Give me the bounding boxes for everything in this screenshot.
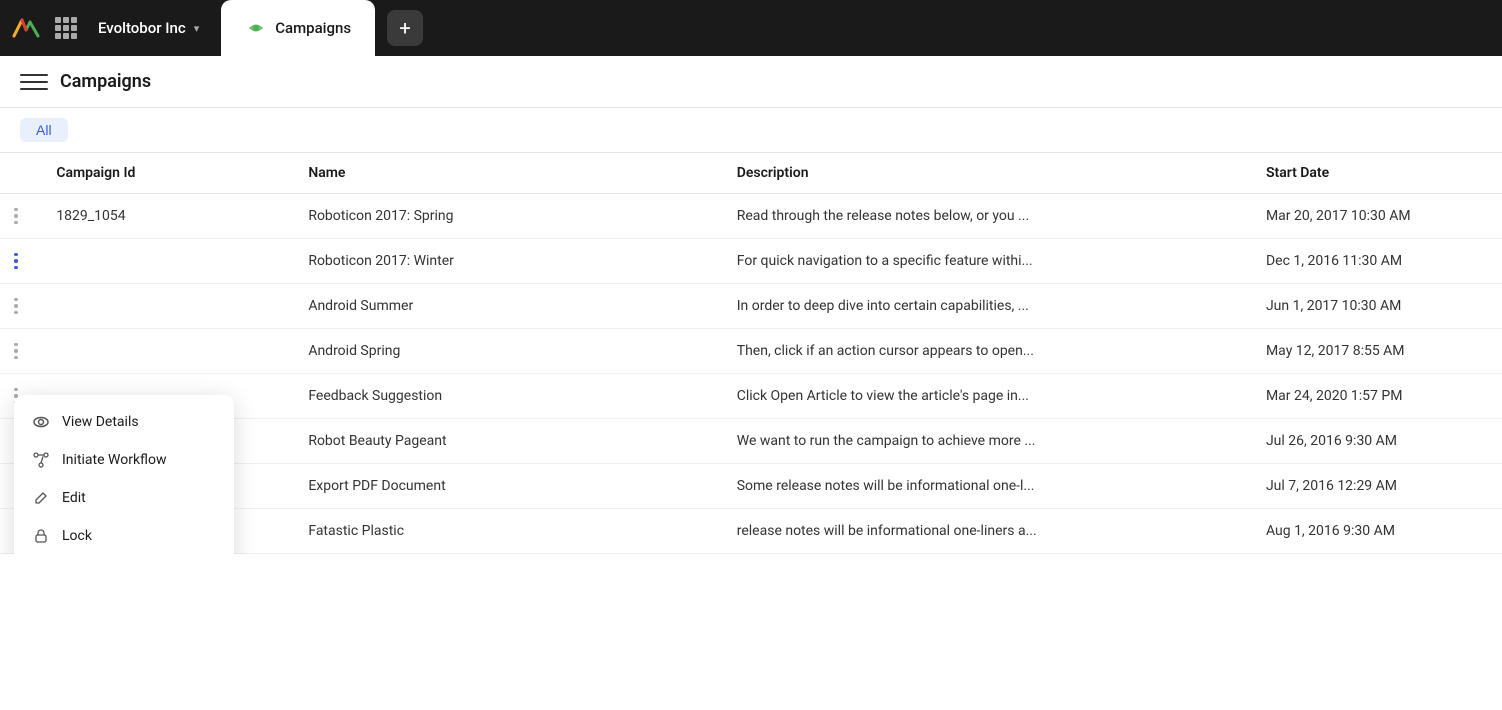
table-row: Roboticon 2017: Winter For quick navigat…: [0, 239, 1502, 284]
campaign-tab-icon: [245, 17, 267, 39]
row-menu-cell: [0, 239, 40, 284]
row-menu-cell: [0, 284, 40, 329]
all-filter-button[interactable]: All: [20, 118, 68, 142]
table-header-row: Campaign Id Name Description Start Date: [0, 153, 1502, 194]
org-name: Evoltobor Inc: [98, 19, 186, 37]
table-row: Android Summer In order to deep dive int…: [0, 284, 1502, 329]
context-menu-item-initiate-workflow[interactable]: Initiate Workflow: [14, 441, 234, 479]
row-menu-button[interactable]: [4, 249, 28, 273]
cell-name: Android Spring: [292, 329, 720, 374]
cell-description: We want to run the campaign to achieve m…: [721, 419, 1250, 464]
grid-menu-icon[interactable]: [48, 10, 84, 46]
col-description: Description: [721, 153, 1250, 194]
eye-icon: [32, 413, 50, 431]
campaigns-tab[interactable]: Campaigns: [221, 0, 375, 56]
cell-start-date: Jun 1, 2017 10:30 AM: [1250, 284, 1502, 329]
workflow-icon: [32, 451, 50, 469]
menu-item-label: Initiate Workflow: [62, 452, 167, 468]
topbar: Evoltobor Inc ▾ Campaigns +: [0, 0, 1502, 56]
edit-icon: [32, 489, 50, 507]
cell-name: Export PDF Document: [292, 464, 720, 509]
row-menu-cell: [0, 329, 40, 374]
cell-name: Android Summer: [292, 284, 720, 329]
cell-start-date: Jul 7, 2016 12:29 AM: [1250, 464, 1502, 509]
table-row: 1829_1054 Roboticon 2017: Spring Read th…: [0, 194, 1502, 239]
cell-campaign-id: [40, 329, 292, 374]
org-chevron-icon: ▾: [194, 22, 200, 35]
cell-start-date: Mar 24, 2020 1:57 PM: [1250, 374, 1502, 419]
cell-campaign-id: 1829_1054: [40, 194, 292, 239]
row-menu-button[interactable]: [4, 339, 28, 363]
context-menu-item-lock[interactable]: Lock: [14, 517, 234, 554]
campaigns-tab-label: Campaigns: [275, 19, 351, 37]
context-menu: View Details Initiate Workflow Edit Lock…: [14, 395, 234, 554]
cell-name: Roboticon 2017: Spring: [292, 194, 720, 239]
context-menu-item-edit[interactable]: Edit: [14, 479, 234, 517]
cell-start-date: Mar 20, 2017 10:30 AM: [1250, 194, 1502, 239]
cell-description: For quick navigation to a specific featu…: [721, 239, 1250, 284]
cell-campaign-id: [40, 284, 292, 329]
lock-icon: [32, 527, 50, 545]
cell-name: Fatastic Plastic: [292, 509, 720, 554]
row-menu-button[interactable]: [4, 294, 28, 318]
cell-description: Some release notes will be informational…: [721, 464, 1250, 509]
context-menu-item-view-details[interactable]: View Details: [14, 403, 234, 441]
cell-start-date: May 12, 2017 8:55 AM: [1250, 329, 1502, 374]
cell-description: release notes will be informational one-…: [721, 509, 1250, 554]
org-selector[interactable]: Evoltobor Inc ▾: [88, 15, 209, 41]
filter-row: All: [0, 108, 1502, 153]
table-container: Campaign Id Name Description Start Date …: [0, 153, 1502, 554]
add-tab-button[interactable]: +: [387, 10, 423, 46]
col-start-date: Start Date: [1250, 153, 1502, 194]
subheader: Campaigns: [0, 56, 1502, 108]
row-menu-button[interactable]: [4, 204, 28, 228]
cell-name: Roboticon 2017: Winter: [292, 239, 720, 284]
col-name: Name: [292, 153, 720, 194]
table-row: Android Spring Then, click if an action …: [0, 329, 1502, 374]
menu-item-label: View Details: [62, 414, 139, 430]
cell-start-date: Aug 1, 2016 9:30 AM: [1250, 509, 1502, 554]
cell-description: Read through the release notes below, or…: [721, 194, 1250, 239]
cell-name: Feedback Suggestion: [292, 374, 720, 419]
row-menu-cell: [0, 194, 40, 239]
menu-item-label: Lock: [62, 528, 92, 544]
col-actions: [0, 153, 40, 194]
cell-start-date: Jul 26, 2016 9:30 AM: [1250, 419, 1502, 464]
page-title: Campaigns: [60, 71, 151, 92]
cell-campaign-id: [40, 239, 292, 284]
menu-item-label: Edit: [62, 490, 86, 506]
cell-description: Click Open Article to view the article's…: [721, 374, 1250, 419]
cell-name: Robot Beauty Pageant: [292, 419, 720, 464]
cell-start-date: Dec 1, 2016 11:30 AM: [1250, 239, 1502, 284]
hamburger-menu-icon[interactable]: [20, 68, 48, 96]
cell-description: In order to deep dive into certain capab…: [721, 284, 1250, 329]
cell-description: Then, click if an action cursor appears …: [721, 329, 1250, 374]
app-logo: [8, 10, 44, 46]
col-campaign-id: Campaign Id: [40, 153, 292, 194]
